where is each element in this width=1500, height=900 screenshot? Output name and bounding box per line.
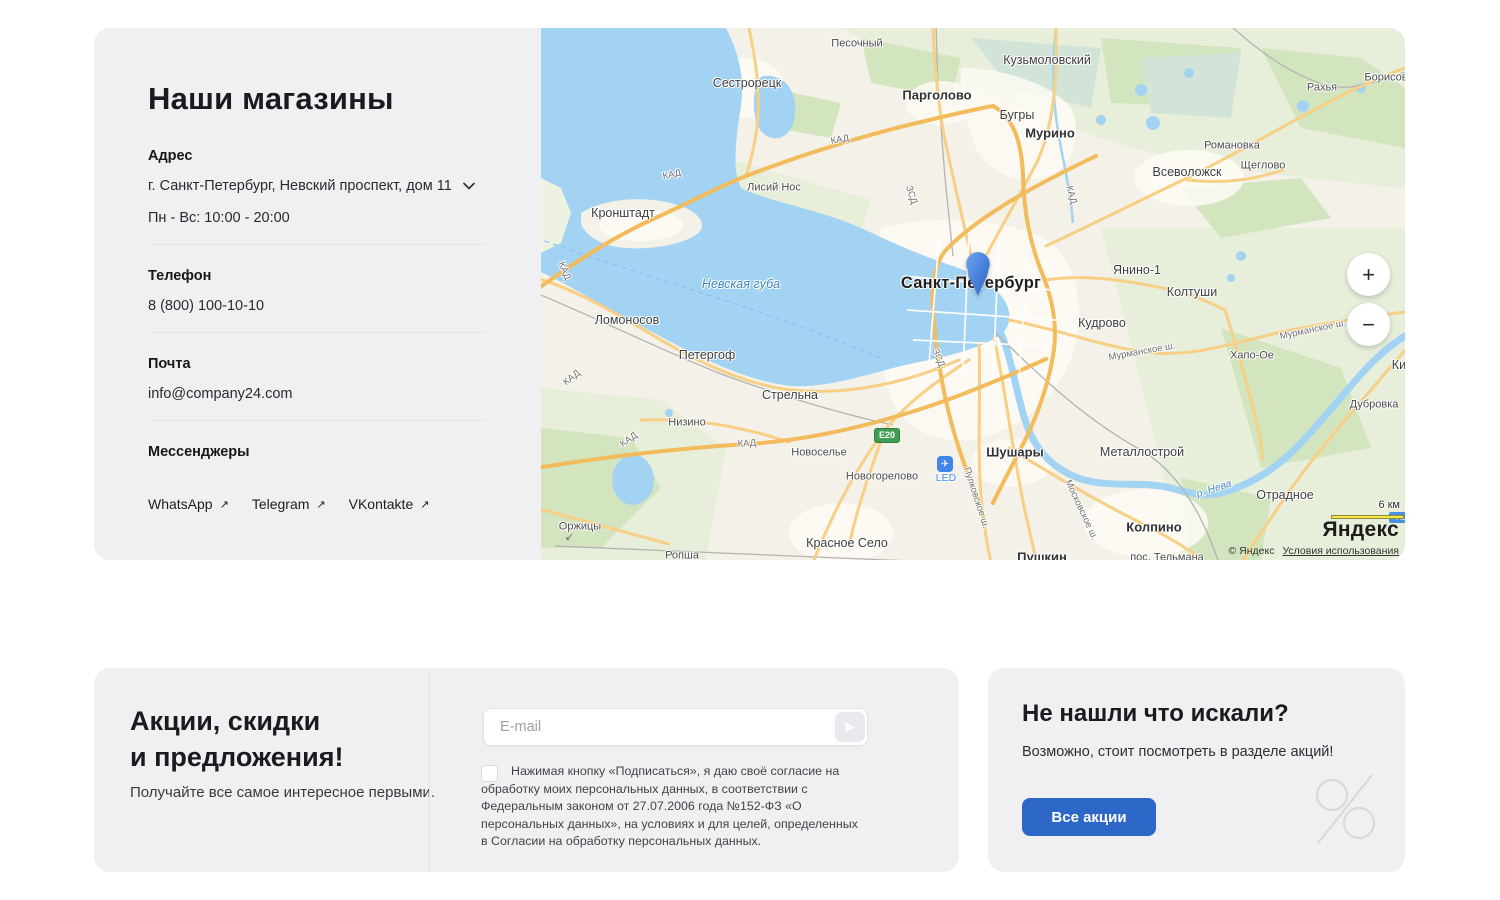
messenger-link-telegram[interactable]: Telegram↗ — [252, 496, 326, 512]
email-label: Почта — [148, 356, 191, 372]
page-title: Наши магазины — [148, 81, 394, 117]
store-hours: Пн - Вс: 10:00 - 20:00 — [148, 210, 290, 226]
phone-label: Телефон — [148, 268, 211, 284]
chevron-down-icon — [463, 182, 475, 190]
address-value: г. Санкт-Петербург, Невский проспект, до… — [148, 178, 452, 194]
promos-section: Не нашли что искали? Возможно, стоит пос… — [988, 668, 1405, 872]
promos-subtitle: Возможно, стоит посмотреть в разделе акц… — [1022, 744, 1333, 760]
map-expand-icon[interactable]: ↙ — [565, 532, 573, 543]
messenger-link-whatsapp[interactable]: WhatsApp↗ — [148, 496, 229, 512]
page: Наши магазины Адрес г. Санкт-Петербург, … — [0, 0, 1500, 900]
terms-of-use-link[interactable]: Условия использования — [1282, 545, 1399, 557]
store-info-panel: Наши магазины Адрес г. Санкт-Петербург, … — [94, 28, 541, 560]
phone-value: 8 (800) 100-10-10 — [148, 298, 264, 314]
send-icon — [843, 721, 857, 733]
subscription-subtitle: Получайте все самое интересное первыми. — [130, 784, 435, 801]
external-link-icon: ↗ — [316, 498, 325, 511]
messengers-list: WhatsApp↗ Telegram↗ VKontakte↗ — [148, 496, 429, 512]
route-e20-badge: E20 — [874, 428, 900, 443]
all-promos-button[interactable]: Все акции — [1022, 798, 1156, 836]
subscribe-send-button[interactable] — [835, 712, 865, 742]
email-input[interactable] — [483, 708, 868, 746]
map-zoom-in-button[interactable]: + — [1347, 253, 1390, 296]
address-label: Адрес — [148, 148, 192, 164]
divider — [148, 420, 486, 421]
subscription-section: Акции, скидкии предложения! Получайте вс… — [94, 668, 959, 872]
email-value: info@company24.com — [148, 386, 292, 402]
map-scale-label: 6 км — [1378, 499, 1400, 511]
stores-section: Наши магазины Адрес г. Санкт-Петербург, … — [94, 28, 1405, 560]
yandex-map[interactable]: ПесочныйКузьмоловскийСестрорецкПарголово… — [541, 28, 1405, 560]
external-link-icon: ↗ — [220, 498, 229, 511]
address-selector[interactable]: г. Санкт-Петербург, Невский проспект, до… — [148, 178, 475, 194]
divider — [148, 244, 486, 245]
messengers-label: Мессенджеры — [148, 444, 250, 460]
divider — [429, 668, 430, 872]
map-copyright: © Яндекс — [1228, 545, 1274, 557]
map-pin[interactable] — [964, 252, 992, 298]
divider — [148, 332, 486, 333]
consent-text: Нажимая кнопку «Подписаться», я даю своё… — [481, 763, 859, 851]
airport-code-label: LED — [936, 472, 956, 484]
percent-icon — [1308, 768, 1382, 852]
promos-title: Не нашли что искали? — [1022, 700, 1289, 728]
subscription-title: Акции, скидкии предложения! — [130, 704, 343, 776]
map-attribution: © Яндекс Условия использования — [1228, 545, 1399, 557]
airport-icon: ✈ — [937, 456, 953, 472]
messenger-link-vkontakte[interactable]: VKontakte↗ — [349, 496, 430, 512]
yandex-logo[interactable]: Яндекс — [1323, 518, 1400, 542]
external-link-icon: ↗ — [420, 498, 429, 511]
map-zoom-out-button[interactable]: − — [1347, 303, 1390, 346]
